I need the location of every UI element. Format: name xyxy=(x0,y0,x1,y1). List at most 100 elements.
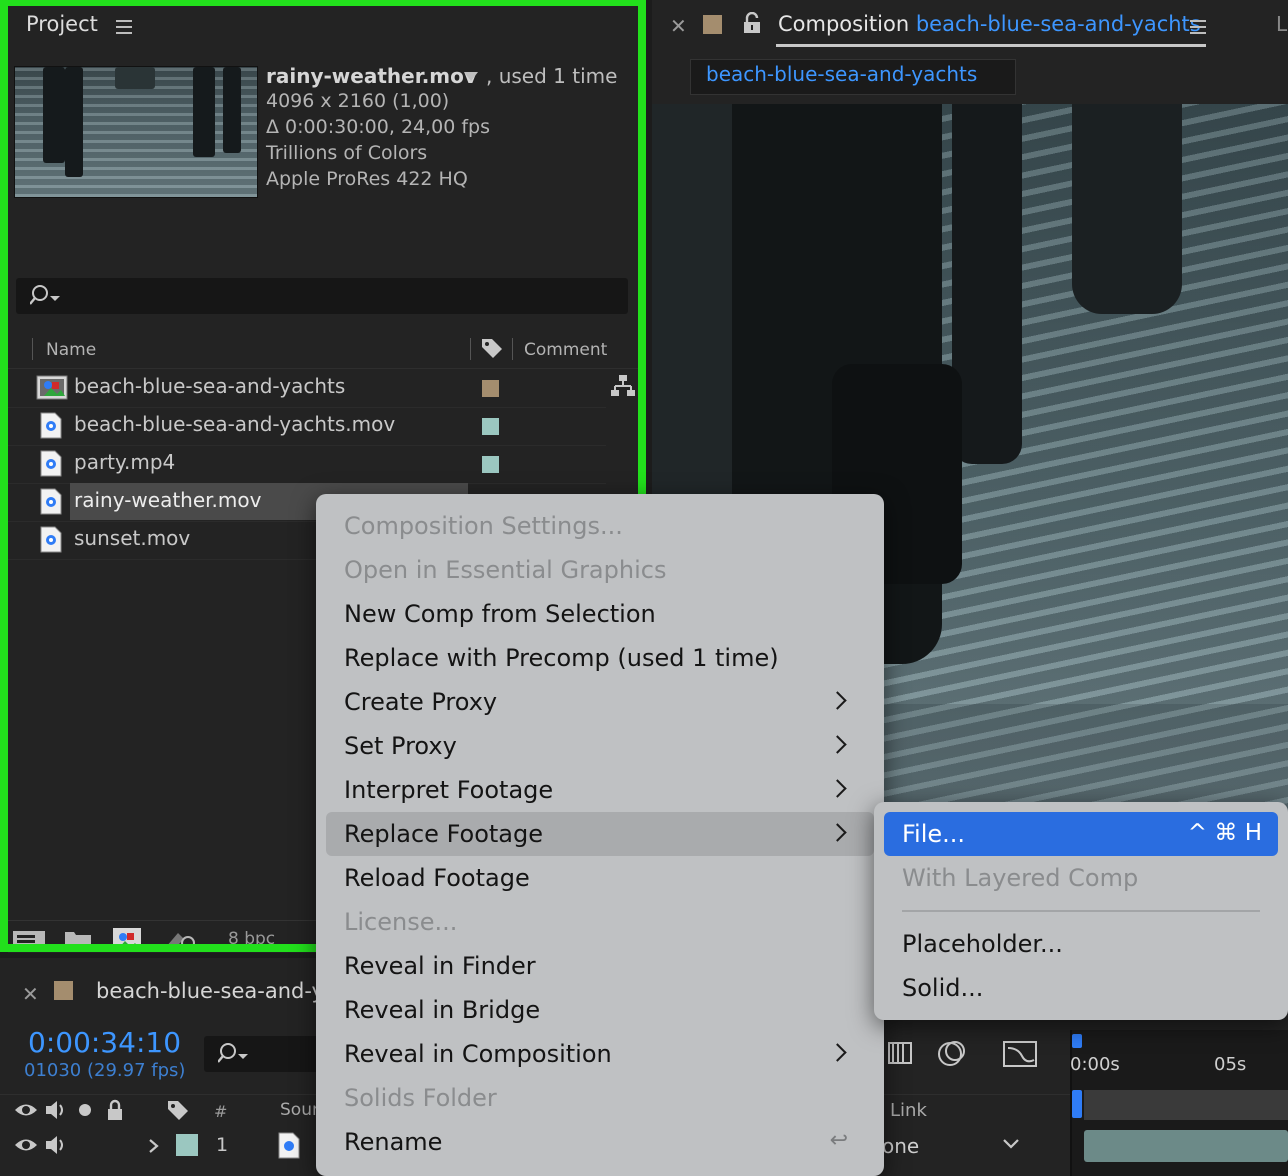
submenu-chevron-icon xyxy=(828,779,847,798)
composition-tab-title[interactable]: Composition beach-blue-sea-and-yachts xyxy=(778,12,1201,36)
label-tag-icon[interactable] xyxy=(166,1099,190,1121)
label-color-swatch[interactable] xyxy=(482,456,499,473)
footage-file-icon xyxy=(40,488,62,515)
project-item-row[interactable]: beach-blue-sea-and-yachts.mov xyxy=(8,407,606,446)
menu-item-license[interactable]: License... xyxy=(326,900,874,944)
panel-menu-icon[interactable] xyxy=(116,20,132,34)
project-item-label: beach-blue-sea-and-yachts.mov xyxy=(74,412,396,436)
menu-item-replace-footage[interactable]: Replace Footage xyxy=(326,812,874,856)
return-key-icon: ↩ xyxy=(829,1128,848,1153)
layer-number-column: # xyxy=(214,1102,228,1121)
footage-file-icon xyxy=(40,412,62,439)
interpret-footage-icon[interactable] xyxy=(12,929,46,949)
search-icon[interactable] xyxy=(29,284,64,308)
column-name[interactable]: Name xyxy=(46,340,96,360)
footage-thumbnail xyxy=(14,66,258,198)
submenu-chevron-icon xyxy=(828,735,847,754)
comp-label-swatch xyxy=(54,981,73,1000)
menu-item-reveal-in-composition[interactable]: Reveal in Composition xyxy=(326,1032,874,1076)
menu-item-solids-folder[interactable]: Solids Folder xyxy=(326,1076,874,1120)
timeline-tab-title[interactable]: beach-blue-sea-and-ya xyxy=(96,979,337,1003)
submenu-item-solid[interactable]: Solid... xyxy=(884,966,1278,1010)
menu-item-reveal-in-finder[interactable]: Reveal in Finder xyxy=(326,944,874,988)
layer-audio-icon[interactable] xyxy=(44,1134,68,1156)
project-item-row[interactable]: party.mp4 xyxy=(8,445,606,484)
replace-footage-submenu: File... ^ ⌘ H With Layered Comp Placehol… xyxy=(874,802,1288,1020)
context-menu: Composition Settings... Open in Essentia… xyxy=(316,494,884,1176)
menu-item-new-comp-from-selection[interactable]: New Comp from Selection xyxy=(326,592,874,636)
menu-item-create-proxy[interactable]: Create Proxy xyxy=(326,680,874,724)
expand-chevron-icon[interactable] xyxy=(148,1138,160,1154)
selected-item-duration: Δ 0:00:30:00, 24,00 fps xyxy=(266,116,491,138)
next-panel-tab[interactable]: L xyxy=(1276,12,1287,36)
project-item-label: party.mp4 xyxy=(74,450,176,474)
menu-item-reveal-in-bridge[interactable]: Reveal in Bridge xyxy=(326,988,874,1032)
audio-speaker-icon[interactable] xyxy=(44,1099,68,1121)
comp-navigator-label: beach-blue-sea-and-yachts xyxy=(706,62,978,86)
layer-label-swatch[interactable] xyxy=(176,1134,198,1156)
active-tab-indicator xyxy=(776,44,1206,47)
menu-item-rename[interactable]: Rename ↩ xyxy=(326,1120,874,1164)
solo-dot-icon[interactable] xyxy=(78,1103,92,1117)
project-panel-title[interactable]: Project xyxy=(26,12,98,36)
current-timecode[interactable]: 0:00:34:10 xyxy=(28,1026,181,1059)
menu-item-open-in-essential-graphics[interactable]: Open in Essential Graphics xyxy=(326,548,874,592)
playhead[interactable] xyxy=(1072,1034,1082,1048)
new-composition-icon[interactable] xyxy=(112,927,142,951)
lock-icon[interactable] xyxy=(742,11,762,34)
menu-item-set-proxy[interactable]: Set Proxy xyxy=(326,724,874,768)
project-settings-icon[interactable] xyxy=(164,927,198,951)
selected-item-name: rainy-weather.mov xyxy=(266,64,477,88)
bit-depth-button[interactable]: 8 bpc xyxy=(228,929,275,949)
panel-menu-icon[interactable] xyxy=(1190,20,1206,34)
ruler-mark-label: 05s xyxy=(1214,1054,1247,1075)
submenu-item-file[interactable]: File... ^ ⌘ H xyxy=(884,812,1278,856)
menu-item-replace-with-precomp[interactable]: Replace with Precomp (used 1 time) xyxy=(326,636,874,680)
selected-item-usage: , used 1 time xyxy=(486,64,618,88)
flowchart-icon[interactable] xyxy=(610,374,636,398)
keyboard-shortcut: ^ ⌘ H xyxy=(1187,820,1262,846)
timeline-search-input[interactable] xyxy=(204,1036,324,1072)
lock-icon[interactable] xyxy=(106,1099,124,1121)
project-item-row[interactable]: beach-blue-sea-and-yachts xyxy=(8,369,606,408)
parent-link-column[interactable]: Link xyxy=(890,1100,927,1121)
menu-item-composition-settings[interactable]: Composition Settings... xyxy=(326,504,874,548)
parent-link-dropdown[interactable]: one xyxy=(882,1134,919,1158)
label-color-swatch[interactable] xyxy=(482,418,499,435)
layer-visibility-eye-icon[interactable] xyxy=(14,1136,38,1154)
label-color-swatch[interactable] xyxy=(482,380,499,397)
project-search-input[interactable] xyxy=(16,278,628,314)
visibility-eye-icon[interactable] xyxy=(14,1101,38,1119)
motion-blur-icon[interactable] xyxy=(936,1038,968,1068)
selected-item-codec: Apple ProRes 422 HQ xyxy=(266,168,468,190)
chevron-down-icon[interactable] xyxy=(1002,1138,1020,1150)
close-icon[interactable]: ✕ xyxy=(670,14,687,38)
work-area-bar[interactable] xyxy=(1084,1090,1288,1120)
new-folder-icon[interactable] xyxy=(64,929,92,949)
comp-label-swatch xyxy=(703,15,722,34)
footage-file-icon xyxy=(40,526,62,553)
usage-dropdown-icon[interactable] xyxy=(464,72,478,81)
layer-duration-bar[interactable] xyxy=(1084,1130,1288,1162)
close-icon[interactable]: ✕ xyxy=(22,982,39,1006)
playhead-line[interactable] xyxy=(1072,1090,1082,1118)
selected-item-colors: Trillions of Colors xyxy=(266,142,428,164)
submenu-chevron-icon xyxy=(828,691,847,710)
menu-item-interpret-footage[interactable]: Interpret Footage xyxy=(326,768,874,812)
submenu-item-with-layered-comp[interactable]: With Layered Comp xyxy=(884,856,1278,900)
submenu-chevron-icon xyxy=(828,1043,847,1062)
footage-file-icon xyxy=(40,450,62,477)
column-comment[interactable]: Comment xyxy=(524,340,607,360)
graph-editor-icon[interactable] xyxy=(1002,1036,1038,1068)
label-tag-icon[interactable] xyxy=(480,337,504,359)
composition-icon xyxy=(36,374,68,401)
composition-title-name: beach-blue-sea-and-yachts xyxy=(915,12,1201,36)
source-name-column[interactable]: Sour xyxy=(280,1100,319,1120)
frame-blending-icon[interactable] xyxy=(886,1038,916,1068)
ruler-start-label: 0:00s xyxy=(1070,1054,1120,1075)
menu-item-reload-footage[interactable]: Reload Footage xyxy=(326,856,874,900)
footage-file-icon xyxy=(278,1132,300,1159)
project-item-label: beach-blue-sea-and-yachts xyxy=(74,374,346,398)
submenu-item-placeholder[interactable]: Placeholder... xyxy=(884,922,1278,966)
project-item-label: rainy-weather.mov xyxy=(74,488,262,512)
